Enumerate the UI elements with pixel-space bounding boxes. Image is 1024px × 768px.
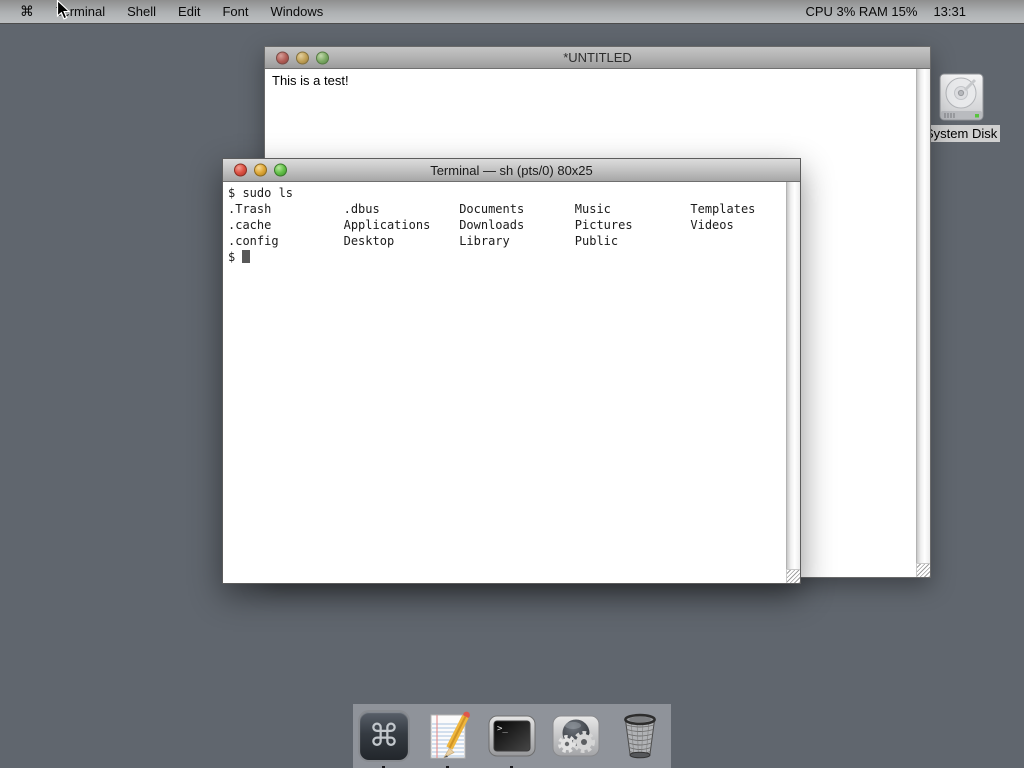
cpu-ram-status: CPU 3% RAM 15% xyxy=(805,4,918,19)
editor-scrollbar[interactable] xyxy=(916,69,930,563)
editor-resize-grip[interactable] xyxy=(916,563,930,577)
command-menu-icon[interactable]: ⌘ xyxy=(20,4,34,20)
dock-item-command[interactable]: ⌘ xyxy=(358,710,410,768)
editor-minimize-button[interactable] xyxy=(296,51,309,64)
dock-item-notepad[interactable] xyxy=(422,710,474,768)
menu-item-shell[interactable]: Shell xyxy=(127,4,156,19)
editor-text: This is a test! xyxy=(272,73,349,88)
command-icon: ⌘ xyxy=(358,710,410,762)
terminal-prompt-line: $ xyxy=(228,249,786,265)
terminal-icon-glyph: >_ xyxy=(497,724,508,734)
menu-item-windows[interactable]: Windows xyxy=(270,4,323,19)
menu-bar: ⌘ Terminal Shell Edit Font Windows CPU 3… xyxy=(0,0,1024,24)
editor-zoom-button[interactable] xyxy=(316,51,329,64)
dock: ⌘ >_ xyxy=(353,704,671,768)
menu-bar-right: CPU 3% RAM 15% 13:31 xyxy=(805,4,1024,19)
editor-close-button[interactable] xyxy=(276,51,289,64)
terminal-line: $ sudo ls xyxy=(228,186,294,200)
terminal-titlebar[interactable]: Terminal — sh (pts/0) 80x25 xyxy=(223,159,800,182)
terminal-scrollbar[interactable] xyxy=(786,182,800,569)
editor-window-controls xyxy=(276,51,329,64)
terminal-resize-grip[interactable] xyxy=(786,569,800,583)
desktop: ⌘ Terminal Shell Edit Font Windows CPU 3… xyxy=(0,0,1024,768)
terminal-window-controls xyxy=(234,163,287,177)
terminal-line: .cache Applications Downloads Pictures V… xyxy=(228,218,734,232)
dock-item-terminal[interactable]: >_ xyxy=(486,710,538,768)
hard-disk-icon xyxy=(939,73,984,121)
editor-title: *UNTITLED xyxy=(563,50,632,65)
menu-item-edit[interactable]: Edit xyxy=(178,4,200,19)
terminal-line: .config Desktop Library Public xyxy=(228,234,619,248)
menu-item-terminal[interactable]: Terminal xyxy=(56,4,105,19)
dock-item-trash[interactable] xyxy=(614,710,666,762)
terminal-minimize-button[interactable] xyxy=(254,163,267,177)
editor-titlebar[interactable]: *UNTITLED xyxy=(265,47,930,69)
terminal-prompt: $ xyxy=(228,250,243,264)
trash-icon xyxy=(624,713,656,759)
terminal-output-area[interactable]: $ sudo ls .Trash .dbus Documents Music T… xyxy=(223,182,786,583)
terminal-icon: >_ xyxy=(488,715,536,757)
terminal-window: Terminal — sh (pts/0) 80x25 $ sudo ls .T… xyxy=(222,158,801,584)
terminal-title: Terminal — sh (pts/0) 80x25 xyxy=(430,162,593,178)
dock-item-gears[interactable] xyxy=(550,710,602,762)
menu-item-font[interactable]: Font xyxy=(222,4,248,19)
system-disk-label: System Disk xyxy=(922,125,1001,142)
terminal-zoom-button[interactable] xyxy=(274,163,287,177)
clock: 13:31 xyxy=(933,4,966,19)
terminal-line: .Trash .dbus Documents Music Templates xyxy=(228,202,756,216)
menu-bar-left: ⌘ Terminal Shell Edit Font Windows xyxy=(0,4,323,20)
command-glyph: ⌘ xyxy=(368,717,400,754)
notepad-icon xyxy=(430,711,470,759)
terminal-block-cursor xyxy=(242,250,251,263)
gears-globe-icon xyxy=(552,715,600,757)
terminal-close-button[interactable] xyxy=(234,163,247,177)
